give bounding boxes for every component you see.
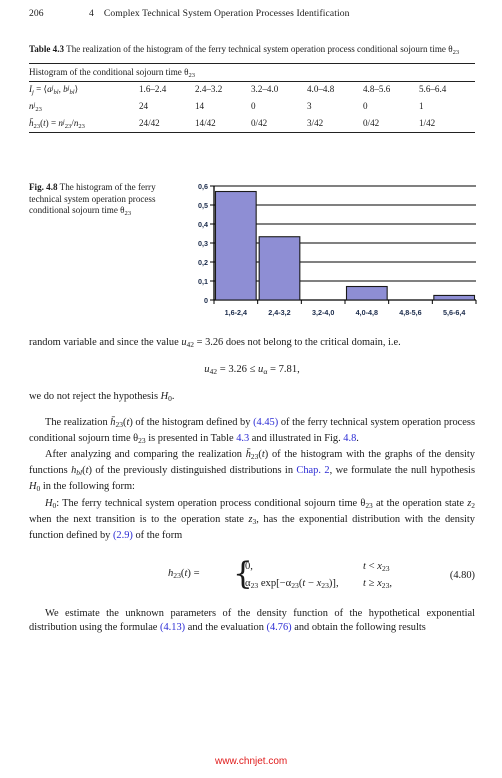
equation-condition-1: t < x23 (363, 561, 390, 574)
table-cell: 24/42 (139, 115, 195, 133)
paragraph-random-variable: random variable and since the value u42 … (29, 337, 401, 350)
table-row: Ij = ⟨ajbl, bjbl⟩ 1.6–2.4 2.4–3.2 3.2–4.… (29, 81, 475, 99)
table-cell: 14/42 (195, 115, 251, 133)
table-cell: 5.6–6.4 (419, 81, 475, 99)
table-cell: 0/42 (251, 115, 307, 133)
table-row: h̄23(t) = nj23/n23 24/42 14/42 0/42 3/42… (29, 115, 475, 133)
chapter-title: Complex Technical System Operation Proce… (103, 8, 350, 19)
table-block: Table 4.3 The realization of the histogr… (29, 44, 475, 133)
equation-case-1: 0, (245, 561, 253, 572)
histogram-svg: 0 0,1 0,2 0,3 0,4 0,5 0,6 1,6-2,4 2,4-3,2 3,2-4,0… (198, 182, 477, 317)
table-spanner-sub: 23 (188, 71, 195, 79)
table-cell: 1 (419, 101, 424, 112)
histogram-bar (214, 190, 257, 301)
equation-condition-2: t ≥ x23, (363, 578, 393, 591)
table-caption-text: The realization of the histogram of the … (66, 44, 453, 54)
table-cell: 14 (195, 101, 205, 112)
watermark: www.chnjet.com (215, 756, 288, 767)
y-tick-label: 0,5 (198, 201, 208, 210)
y-tick-label: 0,6 (198, 182, 208, 191)
histogram-chart: 0 0,1 0,2 0,3 0,4 0,5 0,6 1,6-2,4 2,4-3,2 3,2-4,0… (184, 180, 478, 328)
row-label-intervals: Ij = ⟨ajbl, bjbl⟩ (29, 81, 139, 99)
x-tick-label: 5,6-6,4 (443, 308, 465, 317)
equation-tag: (4.80) (449, 570, 475, 581)
table-4-3: Histogram of the conditional sojourn tim… (29, 63, 475, 133)
chapter-number: 4 (89, 8, 94, 19)
paragraph-null-hypothesis: H0: The ferry technical system operation… (29, 497, 475, 541)
x-tick-label: 1,6-2,4 (225, 308, 247, 317)
document-page: 206 4 Complex Technical System Operation… (0, 0, 502, 778)
table-cell: 4.0–4.8 (307, 81, 363, 99)
page-folio: 206 (29, 8, 44, 19)
table-label: Table 4.3 (29, 44, 65, 54)
table-cell: 2.4–3.2 (195, 81, 251, 99)
histogram-bar (345, 285, 388, 301)
table-cell: 3.2–4.0 (251, 81, 307, 99)
x-tick-label: 4,8-5,6 (399, 308, 421, 317)
equation-case-2: α23 exp[−α23(t − x23)], (245, 578, 339, 591)
paragraph-realization: The realization h̄23(t) of the histogram… (29, 416, 475, 445)
body-column-1: random variable and since the value u42 … (29, 336, 475, 635)
histogram-bar (433, 294, 476, 301)
histogram-bar (258, 236, 301, 301)
equation-lhs: h23(t) = (168, 568, 200, 581)
para1-text-a: random variable and since the value (29, 337, 182, 348)
paragraph-hypothesis-accept: we do not reject the hypothesis H0. (29, 391, 175, 404)
row-label-frequencies: h̄23(t) = nj23/n23 (29, 115, 139, 133)
table-spanner-cell: Histogram of the conditional sojourn tim… (29, 63, 475, 82)
x-tick-label: 4,0-4,8 (356, 308, 378, 317)
y-tick-label: 0,3 (198, 239, 208, 248)
table-row: nj23 24 14 0 3 0 1 (29, 99, 475, 116)
table-cell: 24 (139, 101, 149, 112)
table-cell: 0/42 (363, 115, 419, 133)
y-tick-label: 0 (204, 296, 208, 305)
y-tick-label: 0,2 (198, 258, 208, 267)
table-caption-sub: 23 (452, 48, 460, 56)
x-tick-label: 3,2-4,0 (312, 308, 334, 317)
figure-caption: Fig. 4.8 The histogram of the ferry tech… (29, 182, 179, 219)
display-equation-critical-value: u42 = 3.26 ≤ uα = 7.81, (204, 364, 300, 377)
para1-text-b: = 3.26 does not belong to the critical d… (194, 337, 401, 348)
table-spanner-row: Histogram of the conditional sojourn tim… (29, 63, 475, 82)
y-tick-label: 0,1 (198, 277, 208, 286)
y-tick-label: 0,4 (198, 220, 208, 229)
paragraph-estimate-parameters: We estimate the unknown parameters of th… (29, 608, 475, 634)
table-cell: 3 (307, 101, 312, 112)
table-cell: 0 (363, 101, 368, 112)
table-spanner-text: Histogram of the conditional sojourn tim… (29, 66, 189, 77)
display-equation-4-80: h23(t) = { 0, t < x23 α23 exp[−α23(t − x… (29, 557, 475, 597)
table-cell: 3/42 (307, 115, 363, 133)
figure-label: Fig. 4.8 (29, 182, 58, 192)
table-cell: 1.6–2.4 (139, 81, 195, 99)
table-cell: 1/42 (419, 115, 475, 133)
table-cell: 4.8–5.6 (363, 81, 419, 99)
x-tick-label: 2,4-3,2 (268, 308, 290, 317)
table-cell: 0 (251, 101, 256, 112)
row-label-counts: nj23 (29, 101, 42, 113)
paragraph-null-hypothesis-intro: After analyzing and comparing the realiz… (29, 448, 475, 494)
table-caption: Table 4.3 The realization of the histogr… (29, 44, 475, 58)
figure-caption-sub: 23 (124, 209, 132, 217)
running-head: 206 4 Complex Technical System Operation… (29, 8, 475, 19)
